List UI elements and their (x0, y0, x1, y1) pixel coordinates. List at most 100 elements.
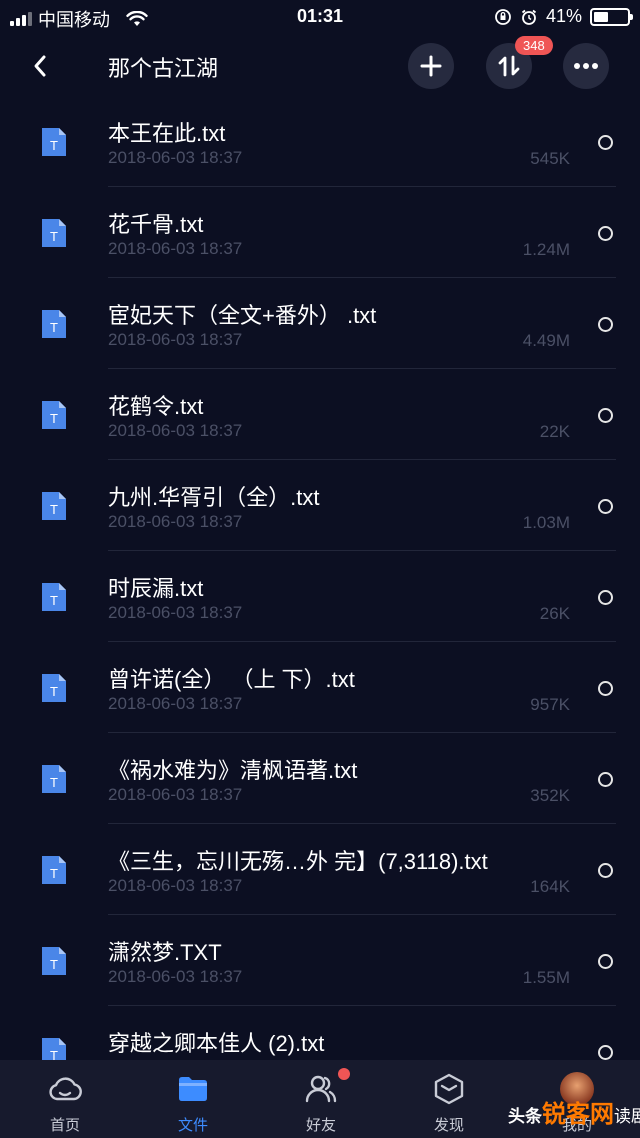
transfer-badge: 348 (515, 36, 553, 55)
file-size: 957K (530, 695, 570, 714)
watermark-part1: 头条 (508, 1107, 542, 1126)
text-file-icon: T (42, 128, 66, 156)
text-file-icon: T (42, 856, 66, 884)
file-row[interactable]: T 花鹤令.txt 2018-06-03 18:37 22K (0, 369, 640, 460)
tab-files-label: 文件 (177, 1117, 208, 1134)
watermark: 头条锐客网读剧 (508, 1094, 640, 1129)
file-icon-letter: T (50, 411, 58, 426)
file-row[interactable]: T 花千骨.txt 2018-06-03 18:37 1.24M (0, 187, 640, 278)
tab-home[interactable]: 首页 (10, 1060, 120, 1138)
nav-bar: 那个古江湖 348 (0, 34, 640, 98)
file-name: 本王在此.txt (108, 121, 226, 146)
file-name: 曾许诺(全） （上 下）.txt (108, 667, 355, 692)
file-name: 花千骨.txt (108, 212, 204, 237)
file-row[interactable]: T 九州.华胥引（全）.txt 2018-06-03 18:37 1.03M (0, 460, 640, 551)
add-button[interactable] (408, 43, 454, 89)
file-date: 2018-06-03 18:37 (108, 603, 243, 622)
tab-discover-label: 发现 (433, 1117, 464, 1134)
tab-discover[interactable]: 发现 (394, 1060, 504, 1138)
alarm-icon (521, 9, 537, 25)
text-file-icon: T (42, 765, 66, 793)
battery-icon (590, 7, 633, 26)
file-icon-letter: T (50, 138, 58, 153)
file-date: 2018-06-03 18:37 (108, 876, 243, 895)
file-size: 4.49M (522, 331, 570, 350)
file-icon-letter: T (50, 320, 58, 335)
more-button[interactable] (563, 43, 609, 89)
tab-home-label: 首页 (49, 1117, 80, 1134)
file-icon-letter: T (50, 684, 58, 699)
select-radio[interactable] (598, 135, 613, 150)
text-file-icon: T (42, 492, 66, 520)
file-row[interactable]: T 本王在此.txt 2018-06-03 18:37 545K (0, 96, 640, 187)
orientation-lock-icon (495, 8, 511, 25)
cloud-icon (49, 1077, 82, 1101)
file-icon-letter: T (50, 229, 58, 244)
file-icon-letter: T (50, 866, 58, 881)
file-date: 2018-06-03 18:37 (108, 330, 243, 349)
file-name: 《三生，忘川无殇…外 完】(7,3118).txt (108, 849, 488, 874)
select-radio[interactable] (598, 408, 613, 423)
select-radio[interactable] (598, 863, 613, 878)
file-name: 九州.华胥引（全）.txt (108, 485, 320, 510)
text-file-icon: T (42, 401, 66, 429)
file-list: T 本王在此.txt 2018-06-03 18:37 545K T 花千骨.txt 201… (0, 96, 640, 1060)
file-name: 宦妃天下（全文+番外） .txt (108, 303, 377, 328)
cube-icon (434, 1073, 464, 1105)
file-date: 2018-06-03 18:37 (108, 694, 243, 713)
file-row[interactable]: T 时辰漏.txt 2018-06-03 18:37 26K (0, 551, 640, 642)
status-bar: 中国移动 01:31 41% (0, 0, 640, 34)
file-row[interactable]: T 《祸水难为》清枫语著.txt 2018-06-03 18:37 352K (0, 733, 640, 824)
select-radio[interactable] (598, 499, 613, 514)
select-radio[interactable] (598, 317, 613, 332)
file-date: 2018-06-03 18:37 (108, 421, 243, 440)
watermark-part3: 读剧 (614, 1107, 640, 1126)
file-date: 2018-06-03 18:37 (108, 967, 243, 986)
file-row[interactable]: T 穿越之卿本佳人 (2).txt (0, 1006, 640, 1060)
folder-icon (179, 1077, 207, 1101)
text-file-icon: T (42, 947, 66, 975)
page-title: 那个古江湖 (108, 56, 219, 81)
friends-notification-dot (338, 1068, 350, 1080)
text-file-icon: T (42, 219, 66, 247)
file-date: 2018-06-03 18:37 (108, 239, 243, 258)
select-radio[interactable] (598, 772, 613, 787)
file-name: 穿越之卿本佳人 (2).txt (108, 1031, 325, 1056)
file-date: 2018-06-03 18:37 (108, 785, 243, 804)
file-row[interactable]: T 《三生，忘川无殇…外 完】(7,3118).txt 2018-06-03 18:… (0, 824, 640, 915)
file-name: 花鹤令.txt (108, 394, 204, 419)
file-row[interactable]: T 潇然梦.TXT 2018-06-03 18:37 1.55M (0, 915, 640, 1006)
select-radio[interactable] (598, 1045, 613, 1060)
file-icon-letter: T (50, 502, 58, 517)
up-down-arrows-icon (498, 55, 520, 77)
text-file-icon: T (42, 1038, 66, 1060)
status-right: 41% (494, 6, 633, 27)
plus-icon (420, 55, 442, 77)
file-size: 26K (539, 604, 570, 623)
tab-friends[interactable]: 好友 (266, 1060, 376, 1138)
tab-friends-label: 好友 (305, 1117, 336, 1134)
file-size: 352K (530, 786, 570, 805)
file-date: 2018-06-03 18:37 (108, 148, 243, 167)
file-date: 2018-06-03 18:37 (108, 512, 243, 531)
file-row[interactable]: T 曾许诺(全） （上 下）.txt 2018-06-03 18:37 957K (0, 642, 640, 733)
select-radio[interactable] (598, 590, 613, 605)
ellipsis-icon (574, 63, 598, 69)
text-file-icon: T (42, 674, 66, 702)
file-icon-letter: T (50, 775, 58, 790)
file-size: 545K (530, 149, 570, 168)
file-size: 1.24M (522, 240, 570, 259)
file-name: 时辰漏.txt (108, 576, 204, 601)
select-radio[interactable] (598, 681, 613, 696)
chevron-left-icon (34, 55, 46, 77)
back-button[interactable] (22, 46, 58, 86)
file-icon-letter: T (50, 1048, 58, 1060)
select-radio[interactable] (598, 954, 613, 969)
select-radio[interactable] (598, 226, 613, 241)
text-file-icon: T (42, 310, 66, 338)
tab-files[interactable]: 文件 (138, 1060, 248, 1138)
battery-percent: 41% (545, 6, 582, 26)
file-name: 《祸水难为》清枫语著.txt (108, 758, 358, 783)
file-size: 1.03M (522, 513, 570, 532)
file-row[interactable]: T 宦妃天下（全文+番外） .txt 2018-06-03 18:37 4.49M (0, 278, 640, 369)
